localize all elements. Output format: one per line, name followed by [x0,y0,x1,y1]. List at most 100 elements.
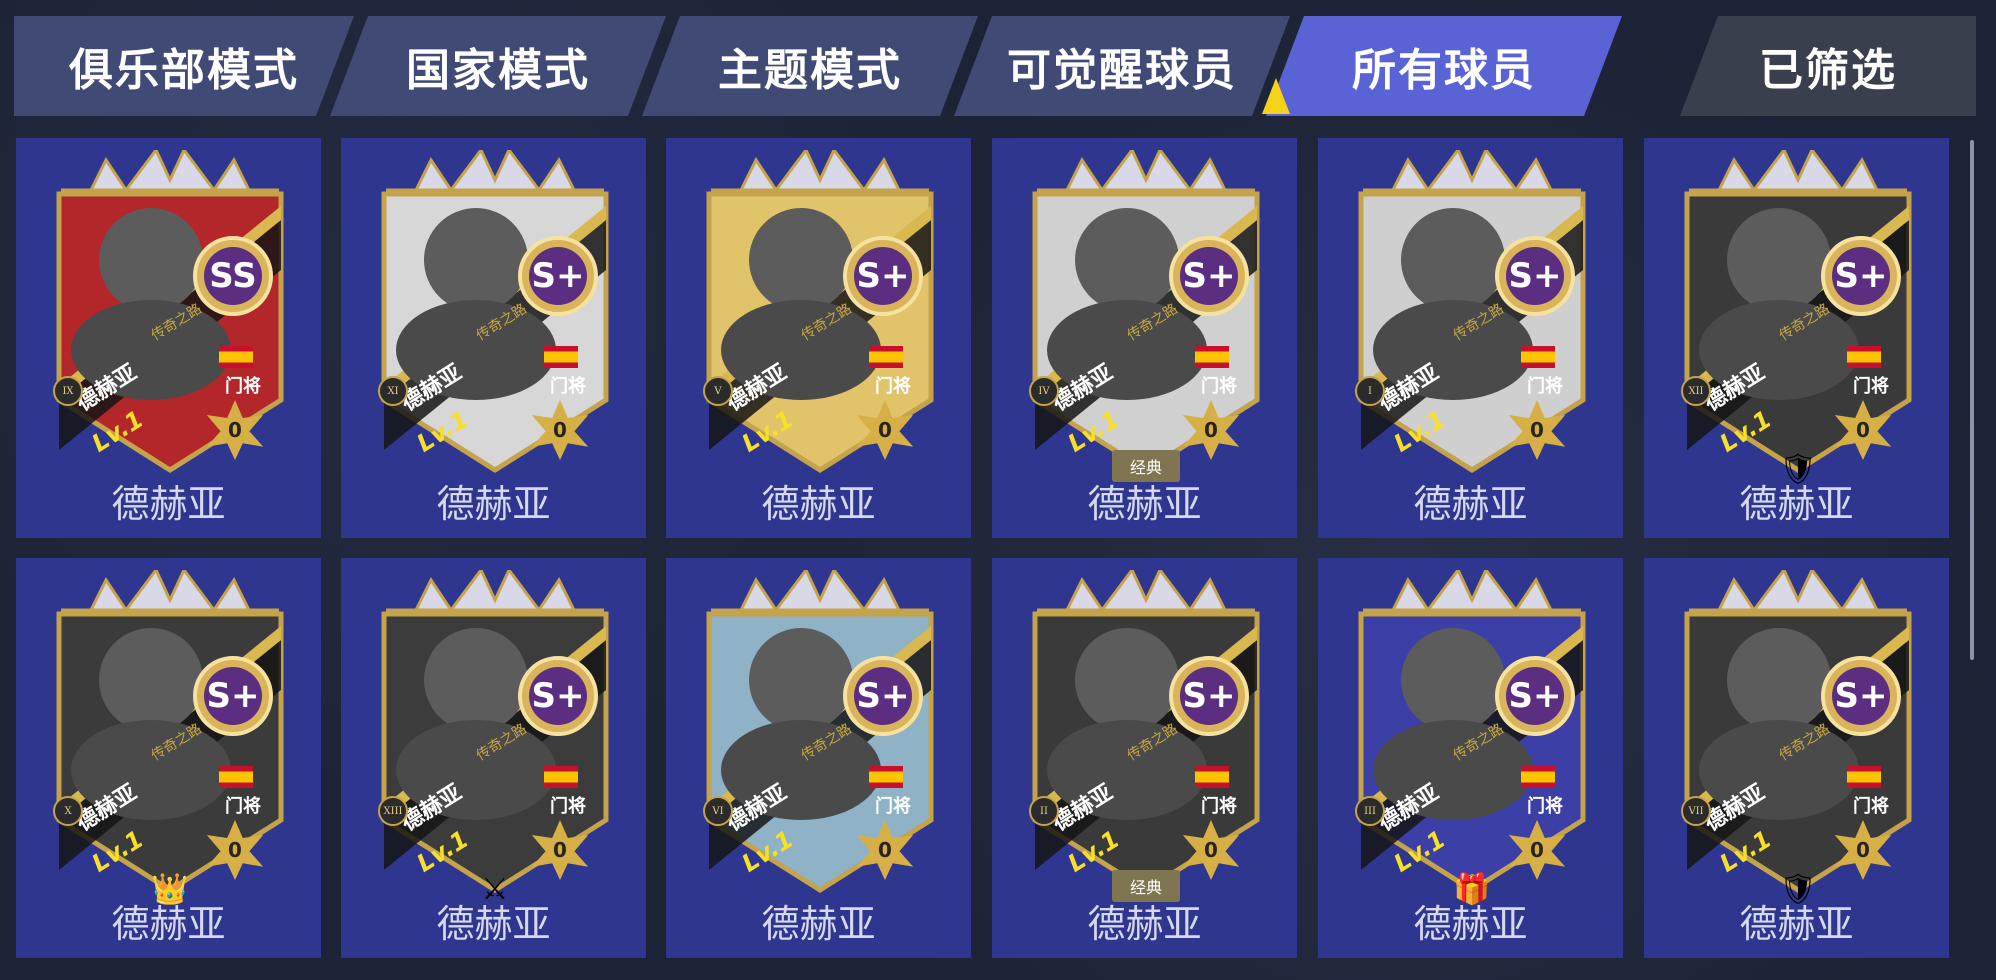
season-numeral: XIII [378,796,408,826]
player-card-art: S+ 门将 0 传奇之路 德赫亚 Lv.1 II 经典 [1027,570,1265,902]
player-card-art: S+ 门将 0 传奇之路 德赫亚 Lv.1 XIII ⚔ [376,570,614,907]
player-card[interactable]: S+ 门将 0 传奇之路 德赫亚 Lv.1 I 德赫亚 [1318,138,1623,538]
player-card-art: S+ 门将 0 传奇之路 德赫亚 Lv.1 I [1353,150,1591,480]
player-card-art: S+ 门将 0 传奇之路 德赫亚 Lv.1 III 🎁 [1353,570,1591,907]
player-card-art: S+ 门将 0 传奇之路 德赫亚 Lv.1 VI [701,570,939,900]
position-label: 门将 [1201,376,1237,397]
spain-flag-icon [544,346,578,368]
grade-badge-icon: S+ [193,656,273,736]
grade-label: S+ [854,667,912,725]
grade-label: S+ [854,247,912,305]
grade-label: S+ [1506,247,1564,305]
player-card[interactable]: S+ 门将 0 传奇之路 德赫亚 Lv.1 VI 德赫亚 [666,558,971,958]
spain-flag-icon [1847,346,1881,368]
position-label: 门将 [1527,376,1563,397]
player-name: 德赫亚 [1413,482,1528,526]
tab-all-players[interactable]: 所有球员 [1266,16,1622,116]
grade-badge-icon: S+ [1821,236,1901,316]
player-card-art: S+ 门将 0 传奇之路 德赫亚 Lv.1 XI [376,150,614,480]
player-name: 德赫亚 [761,482,876,526]
spain-flag-icon [1521,766,1555,788]
grade-label: S+ [529,667,587,725]
grade-label: S+ [529,247,587,305]
grade-badge-icon: S+ [1821,656,1901,736]
season-numeral: V [703,376,733,406]
grade-badge-icon: S+ [1495,656,1575,736]
player-name: 德赫亚 [111,902,226,946]
tab-awakenable-players[interactable]: 可觉醒球员 [954,16,1290,116]
position-label: 门将 [875,796,911,817]
player-name: 德赫亚 [1413,902,1528,946]
season-numeral: I [1355,376,1385,406]
grade-label: SS [204,247,262,305]
player-card[interactable]: S+ 门将 0 传奇之路 德赫亚 Lv.1 XII 🛡 德赫亚 [1644,138,1949,538]
tab-national-mode[interactable]: 国家模式 [330,16,666,116]
season-numeral: VII [1681,796,1711,826]
player-name: 德赫亚 [1087,902,1202,946]
player-card[interactable]: S+ 门将 0 传奇之路 德赫亚 Lv.1 IV 经典 德赫亚 [992,138,1297,538]
player-card-art: S+ 门将 0 传奇之路 德赫亚 Lv.1 IV 经典 [1027,150,1265,482]
spain-flag-icon [219,346,253,368]
spain-flag-icon [869,346,903,368]
player-card[interactable]: S+ 门将 0 传奇之路 德赫亚 Lv.1 VII 🛡 德赫亚 [1644,558,1949,958]
player-card[interactable]: S+ 门将 0 传奇之路 德赫亚 Lv.1 XIII ⚔ 德赫亚 [341,558,646,958]
player-name: 德赫亚 [1739,902,1854,946]
grade-badge-icon: S+ [843,236,923,316]
player-name: 德赫亚 [111,482,226,526]
position-label: 门将 [225,796,261,817]
player-card[interactable]: S+ 门将 0 传奇之路 德赫亚 Lv.1 II 经典 德赫亚 [992,558,1297,958]
active-tab-marker [1262,78,1290,114]
position-label: 门将 [550,796,586,817]
grade-badge-icon: S+ [1169,236,1249,316]
player-card[interactable]: S+ 门将 0 传奇之路 德赫亚 Lv.1 V 德赫亚 [666,138,971,538]
grade-label: S+ [1506,667,1564,725]
grade-label: S+ [1180,667,1238,725]
season-numeral: II [1029,796,1059,826]
grade-badge-icon: SS [193,236,273,316]
season-numeral: VI [703,796,733,826]
grade-badge-icon: S+ [1495,236,1575,316]
grade-badge-icon: S+ [1169,656,1249,736]
player-card-art: S+ 门将 0 传奇之路 德赫亚 Lv.1 X 👑 [51,570,289,907]
player-name: 德赫亚 [1087,482,1202,526]
player-name: 德赫亚 [436,902,551,946]
season-numeral: III [1355,796,1385,826]
spain-flag-icon [544,766,578,788]
position-label: 门将 [1201,796,1237,817]
player-card[interactable]: S+ 门将 0 传奇之路 德赫亚 Lv.1 III 🎁 德赫亚 [1318,558,1623,958]
tab-bar: 俱乐部模式 国家模式 主题模式 可觉醒球员 所有球员 已筛选 [0,0,1996,120]
position-label: 门将 [225,376,261,397]
tab-theme-mode[interactable]: 主题模式 [642,16,978,116]
spain-flag-icon [1195,766,1229,788]
grade-label: S+ [1832,247,1890,305]
grade-badge-icon: S+ [843,656,923,736]
spain-flag-icon [869,766,903,788]
grade-label: S+ [204,667,262,725]
season-numeral: XI [378,376,408,406]
scrollbar[interactable] [1970,140,1974,660]
season-numeral: X [53,796,83,826]
position-label: 门将 [1527,796,1563,817]
player-card[interactable]: S+ 门将 0 传奇之路 德赫亚 Lv.1 X 👑 德赫亚 [16,558,321,958]
spain-flag-icon [1195,346,1229,368]
season-numeral: XII [1681,376,1711,406]
player-card-art: SS 门将 0 传奇之路 德赫亚 Lv.1 IX [51,150,289,480]
filter-button[interactable]: 已筛选 [1680,16,1976,116]
position-label: 门将 [1853,376,1889,397]
grade-badge-icon: S+ [518,236,598,316]
player-card-art: S+ 门将 0 传奇之路 德赫亚 Lv.1 XII 🛡 [1679,150,1917,487]
player-card[interactable]: SS 门将 0 传奇之路 德赫亚 Lv.1 IX 德赫亚 [16,138,321,538]
season-numeral: IX [53,376,83,406]
grade-label: S+ [1180,247,1238,305]
player-card[interactable]: S+ 门将 0 传奇之路 德赫亚 Lv.1 XI 德赫亚 [341,138,646,538]
player-name: 德赫亚 [436,482,551,526]
spain-flag-icon [219,766,253,788]
grade-badge-icon: S+ [518,656,598,736]
player-name: 德赫亚 [761,902,876,946]
player-card-art: S+ 门将 0 传奇之路 德赫亚 Lv.1 V [701,150,939,480]
player-card-art: S+ 门将 0 传奇之路 德赫亚 Lv.1 VII 🛡 [1679,570,1917,907]
player-name: 德赫亚 [1739,482,1854,526]
spain-flag-icon [1847,766,1881,788]
season-numeral: IV [1029,376,1059,406]
tab-club-mode[interactable]: 俱乐部模式 [14,16,354,116]
